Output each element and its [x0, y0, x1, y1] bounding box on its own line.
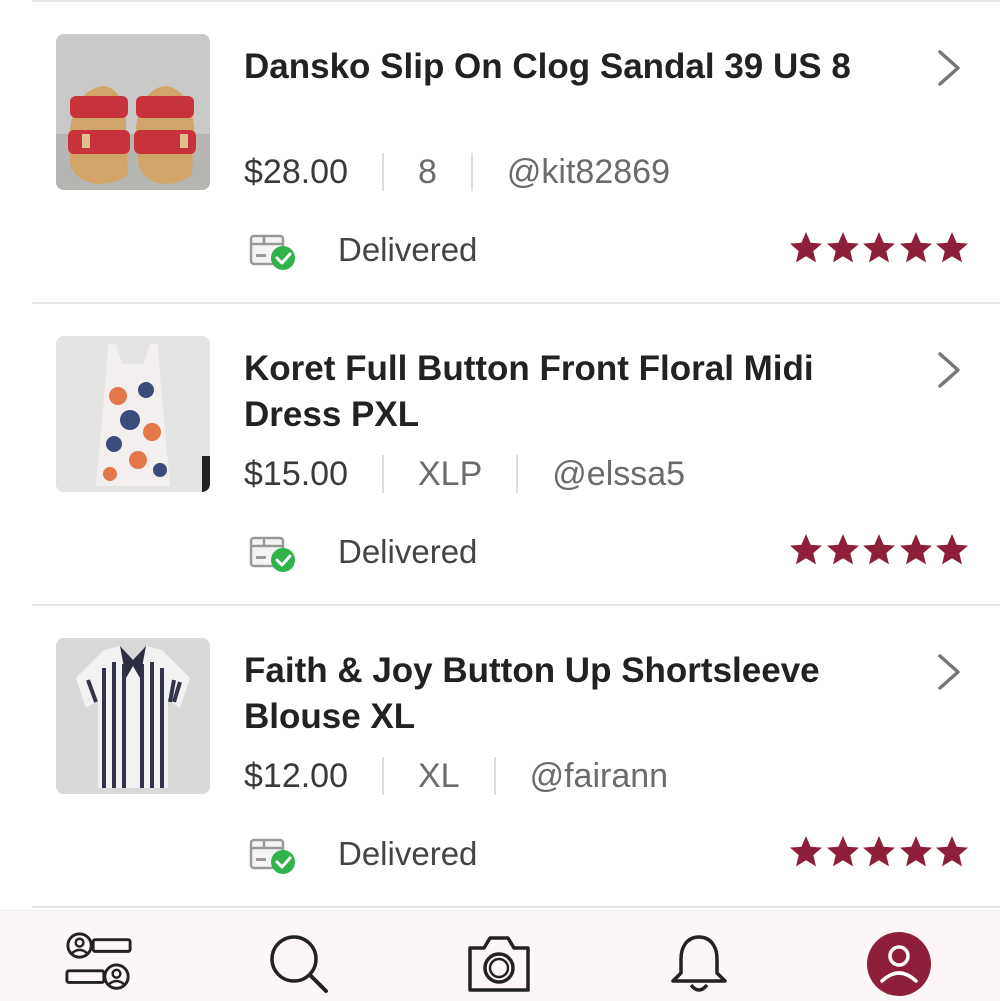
- order-meta: $12.00 XL @fairann: [244, 754, 668, 798]
- tab-sell-camera[interactable]: [464, 929, 534, 999]
- bell-icon: [671, 935, 727, 992]
- rating-stars: [788, 834, 971, 870]
- order-row[interactable]: Dansko Slip On Clog Sandal 39 US 8 $28.0…: [0, 0, 1000, 300]
- delivery-status: Delivered: [338, 533, 478, 570]
- tab-profile[interactable]: [864, 929, 934, 999]
- star-icon: [898, 230, 934, 266]
- size: 8: [418, 152, 437, 191]
- size: XL: [418, 756, 460, 795]
- price: $28.00: [244, 152, 348, 191]
- star-icon: [861, 532, 897, 568]
- delivery-status: Delivered: [338, 231, 478, 268]
- star-icon: [861, 834, 897, 870]
- seller-handle[interactable]: @elssa5: [552, 455, 685, 494]
- chevron-right-icon[interactable]: [934, 350, 964, 390]
- product-title[interactable]: Dansko Slip On Clog Sandal 39 US 8: [244, 44, 894, 90]
- dress-image: [56, 336, 210, 492]
- delivered-box-icon: [249, 234, 295, 270]
- order-meta: $28.00 8 @kit82869: [244, 150, 670, 194]
- price: $12.00: [244, 756, 348, 795]
- star-icon: [825, 230, 861, 266]
- star-icon: [825, 532, 861, 568]
- product-title[interactable]: Faith & Joy Button Up Shortsleeve Blouse…: [244, 648, 894, 740]
- product-thumbnail[interactable]: [56, 336, 210, 492]
- chevron-right-icon[interactable]: [934, 652, 964, 692]
- star-icon: [788, 230, 824, 266]
- meta-separator: [382, 455, 384, 493]
- size: XLP: [418, 454, 483, 493]
- product-thumbnail[interactable]: [56, 638, 210, 794]
- bottom-tab-bar: [0, 910, 1000, 1001]
- product-thumbnail[interactable]: [56, 34, 210, 190]
- sandal-image: [56, 34, 210, 190]
- blouse-image: [56, 638, 210, 794]
- star-icon: [825, 834, 861, 870]
- meta-separator: [382, 153, 384, 191]
- search-icon: [270, 935, 328, 993]
- order-row[interactable]: Koret Full Button Front Floral Midi Dres…: [0, 302, 1000, 602]
- rating-stars: [788, 230, 971, 266]
- feed-icon: [65, 932, 132, 990]
- delivery-status: Delivered: [338, 835, 478, 872]
- star-icon: [934, 230, 970, 266]
- price: $15.00: [244, 454, 348, 493]
- star-icon: [861, 230, 897, 266]
- star-icon: [898, 834, 934, 870]
- star-icon: [934, 834, 970, 870]
- seller-handle[interactable]: @kit82869: [507, 153, 670, 192]
- delivered-box-icon: [249, 536, 295, 572]
- star-icon: [788, 532, 824, 568]
- delivered-box-icon: [249, 838, 295, 874]
- meta-separator: [493, 757, 496, 795]
- chevron-right-icon[interactable]: [934, 48, 964, 88]
- star-icon: [934, 532, 970, 568]
- meta-separator: [516, 455, 519, 493]
- star-icon: [788, 834, 824, 870]
- tab-notifications[interactable]: [664, 929, 734, 999]
- order-meta: $15.00 XLP @elssa5: [244, 452, 685, 496]
- meta-separator: [470, 153, 473, 191]
- meta-separator: [382, 757, 384, 795]
- order-row[interactable]: Faith & Joy Button Up Shortsleeve Blouse…: [0, 604, 1000, 904]
- divider: [32, 906, 1000, 908]
- seller-handle[interactable]: @fairann: [530, 757, 668, 796]
- profile-icon: [867, 932, 931, 996]
- tab-search[interactable]: [264, 929, 334, 999]
- camera-icon: [468, 936, 530, 992]
- tab-feed[interactable]: [64, 929, 134, 999]
- product-title[interactable]: Koret Full Button Front Floral Midi Dres…: [244, 346, 894, 438]
- rating-stars: [788, 532, 971, 568]
- star-icon: [898, 532, 934, 568]
